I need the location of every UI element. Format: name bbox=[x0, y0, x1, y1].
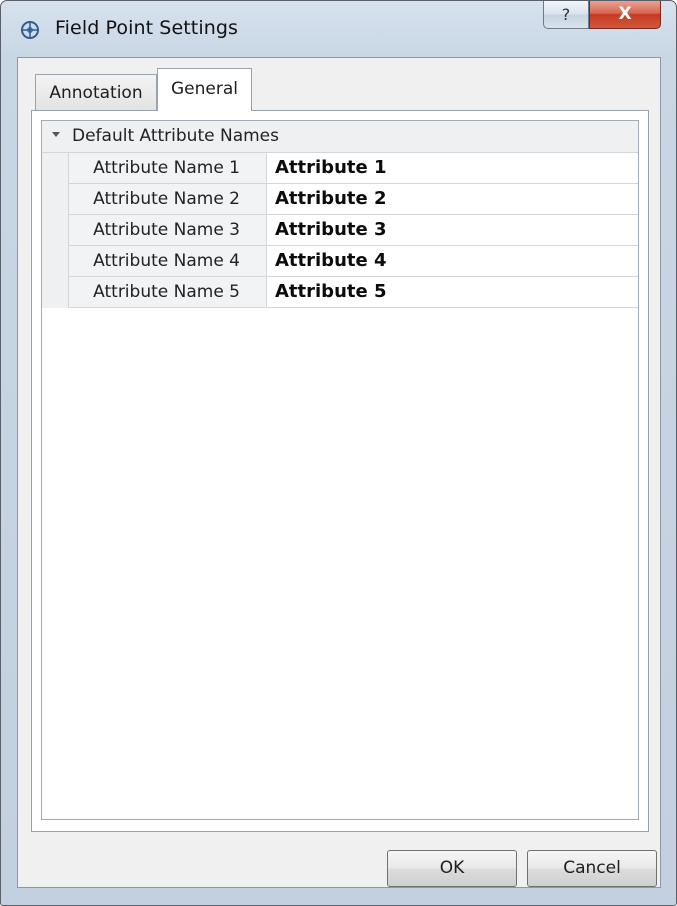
window-title: Field Point Settings bbox=[55, 17, 239, 39]
property-row[interactable]: Attribute Name 2 Attribute 2 bbox=[69, 184, 638, 215]
title-bar[interactable]: Field Point Settings ? X bbox=[1, 1, 676, 57]
app-icon bbox=[19, 19, 41, 41]
help-button[interactable]: ? bbox=[543, 1, 589, 29]
property-value[interactable]: Attribute 1 bbox=[267, 153, 638, 183]
tab-general[interactable]: General bbox=[157, 68, 252, 111]
property-name: Attribute Name 5 bbox=[69, 277, 267, 307]
property-grid: Default Attribute Names Attribute Name 1… bbox=[41, 120, 639, 820]
property-row[interactable]: Attribute Name 5 Attribute 5 bbox=[69, 277, 638, 308]
cancel-button[interactable]: Cancel bbox=[527, 850, 657, 887]
category-row[interactable]: Default Attribute Names bbox=[42, 121, 638, 153]
tab-panel-general: Default Attribute Names Attribute Name 1… bbox=[31, 110, 649, 832]
category-label: Default Attribute Names bbox=[72, 126, 279, 146]
dialog-window: Field Point Settings ? X Annotation Gene… bbox=[0, 0, 677, 906]
property-name: Attribute Name 4 bbox=[69, 246, 267, 276]
property-row[interactable]: Attribute Name 3 Attribute 3 bbox=[69, 215, 638, 246]
property-name: Attribute Name 2 bbox=[69, 184, 267, 214]
property-name: Attribute Name 1 bbox=[69, 153, 267, 183]
grid-gutter bbox=[42, 153, 69, 308]
dialog-content: Annotation General Default Attribute Nam… bbox=[17, 57, 661, 888]
property-value[interactable]: Attribute 4 bbox=[267, 246, 638, 276]
property-value[interactable]: Attribute 5 bbox=[267, 277, 638, 307]
property-row[interactable]: Attribute Name 1 Attribute 1 bbox=[69, 153, 638, 184]
property-row[interactable]: Attribute Name 4 Attribute 4 bbox=[69, 246, 638, 277]
tab-annotation[interactable]: Annotation bbox=[35, 74, 157, 110]
close-button[interactable]: X bbox=[589, 1, 661, 29]
property-name: Attribute Name 3 bbox=[69, 215, 267, 245]
triangle-down-icon[interactable] bbox=[52, 132, 60, 137]
property-value[interactable]: Attribute 3 bbox=[267, 215, 638, 245]
property-value[interactable]: Attribute 2 bbox=[267, 184, 638, 214]
ok-button[interactable]: OK bbox=[387, 850, 517, 887]
